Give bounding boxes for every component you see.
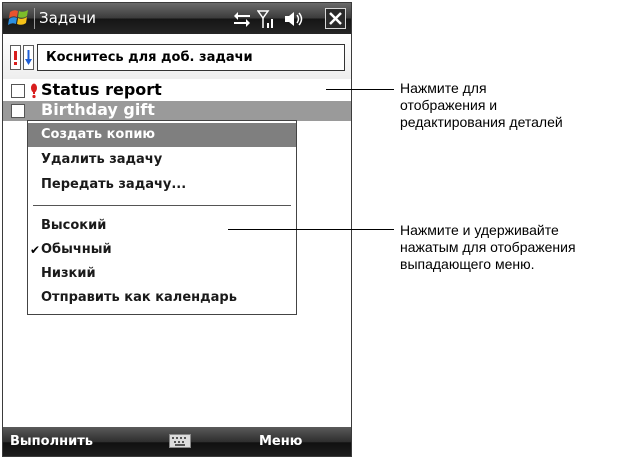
close-button[interactable] bbox=[325, 8, 346, 29]
menu-item-create-copy[interactable]: Создать копию bbox=[28, 123, 296, 147]
callout-text-line: редактирования деталей bbox=[400, 114, 563, 130]
callout-line bbox=[228, 229, 394, 230]
title-bar: Задачи bbox=[3, 3, 351, 34]
menu-item-send-as-calendar[interactable]: Отправить как календарь bbox=[28, 286, 296, 310]
app-title: Задачи bbox=[39, 9, 96, 27]
context-menu: Создать копию Удалить задачу Передать за… bbox=[27, 120, 297, 315]
menu-item-priority-high[interactable]: Высокий bbox=[28, 214, 296, 238]
task-row[interactable]: Status report bbox=[3, 80, 351, 101]
volume-icon[interactable] bbox=[283, 9, 303, 29]
task-row-selected[interactable]: Birthday gift bbox=[3, 100, 351, 121]
signal-icon[interactable] bbox=[257, 9, 277, 29]
task-checkbox[interactable] bbox=[11, 104, 25, 118]
menu-separator bbox=[33, 205, 291, 206]
callout-text-line: отображения и bbox=[400, 97, 498, 113]
windows-logo-icon[interactable] bbox=[8, 7, 30, 29]
callout-context-menu: Нажмите и удерживайте нажатым для отобра… bbox=[400, 222, 576, 273]
menu-item-send-task[interactable]: Передать задачу... bbox=[28, 173, 296, 197]
title-separator bbox=[34, 8, 35, 29]
priority-sort-icon bbox=[14, 51, 17, 65]
softkey-menu[interactable]: Меню bbox=[259, 434, 302, 449]
arrow-down-sort-icon bbox=[25, 50, 32, 65]
menu-item-delete-task[interactable]: Удалить задачу bbox=[28, 148, 296, 172]
sort-order-button[interactable] bbox=[23, 45, 34, 70]
keyboard-icon[interactable] bbox=[169, 434, 191, 448]
menu-item-priority-low[interactable]: Низкий bbox=[28, 262, 296, 286]
close-icon bbox=[329, 12, 342, 25]
connectivity-icon[interactable] bbox=[232, 9, 252, 29]
callout-details: Нажмите для отображения и редактирования… bbox=[400, 80, 563, 131]
softkey-bar: Выполнить Меню bbox=[3, 427, 351, 456]
callout-text-line: нажатым для отображения bbox=[400, 239, 576, 255]
task-entry-field[interactable]: Коснитесь для доб. задачи bbox=[37, 44, 345, 71]
task-title: Status report bbox=[41, 80, 162, 99]
softkey-complete[interactable]: Выполнить bbox=[10, 434, 93, 449]
priority-sort-button[interactable] bbox=[10, 45, 21, 70]
menu-item-priority-normal-row[interactable]: ✔ Обычный bbox=[28, 238, 296, 262]
task-title: Birthday gift bbox=[41, 100, 155, 119]
entry-bar: Коснитесь для доб. задачи bbox=[3, 34, 351, 79]
callout-line bbox=[326, 89, 394, 90]
high-priority-icon bbox=[31, 83, 37, 99]
callout-text-line: Нажмите для bbox=[400, 80, 487, 96]
task-checkbox[interactable] bbox=[11, 84, 25, 98]
menu-item-priority-normal[interactable]: Обычный bbox=[28, 238, 296, 262]
callout-text-line: Нажмите и удерживайте bbox=[400, 222, 559, 238]
callout-text-line: выпадающего меню. bbox=[400, 256, 535, 272]
